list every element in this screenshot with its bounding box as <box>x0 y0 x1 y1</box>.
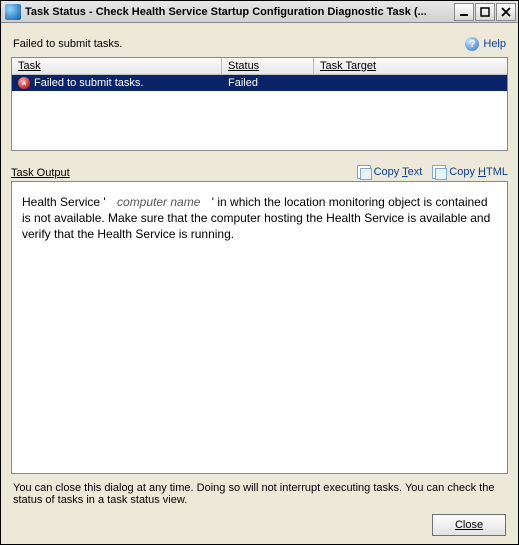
error-icon: × <box>18 77 30 89</box>
column-header-status[interactable]: Status <box>222 58 314 75</box>
close-window-button[interactable] <box>496 3 516 21</box>
help-link[interactable]: ? Help <box>465 37 506 51</box>
footer-note: You can close this dialog at any time. D… <box>11 474 508 514</box>
button-row: Close <box>11 514 508 536</box>
window-title: Task Status - Check Health Service Start… <box>25 6 449 18</box>
dialog-window: Task Status - Check Health Service Start… <box>0 0 519 545</box>
task-table: Task Status Task Target × Failed to subm… <box>11 57 508 151</box>
titlebar[interactable]: Task Status - Check Health Service Start… <box>1 1 518 23</box>
close-icon <box>501 7 511 17</box>
titlebar-buttons <box>453 3 516 21</box>
maximize-button[interactable] <box>475 3 495 21</box>
maximize-icon <box>480 7 490 17</box>
table-row[interactable]: × Failed to submit tasks. Failed <box>12 75 507 91</box>
cell-status: Failed <box>222 77 314 89</box>
cell-task-text: Failed to submit tasks. <box>34 77 143 89</box>
app-icon <box>5 4 21 20</box>
help-label: Help <box>483 38 506 50</box>
column-header-target[interactable]: Task Target <box>314 58 507 75</box>
copy-text-label: Copy Text <box>374 166 423 178</box>
copy-html-icon <box>432 165 446 179</box>
output-label: Task Output <box>11 167 70 179</box>
output-box[interactable]: Health Service ' computer name ' in whic… <box>11 181 508 474</box>
output-header-row: Task Output Copy Text Copy HTML <box>11 165 508 181</box>
output-prefix: Health Service ' <box>22 195 106 209</box>
client-area: Failed to submit tasks. ? Help Task Stat… <box>1 23 518 544</box>
output-placeholder: computer name <box>109 195 208 209</box>
minimize-icon <box>459 7 469 17</box>
status-message: Failed to submit tasks. <box>13 38 122 50</box>
help-icon: ? <box>465 37 479 51</box>
column-header-task[interactable]: Task <box>12 58 222 75</box>
copy-text-icon <box>357 165 371 179</box>
copy-html-label: Copy HTML <box>449 166 508 178</box>
close-button[interactable]: Close <box>432 514 506 536</box>
copy-links: Copy Text Copy HTML <box>357 165 508 179</box>
copy-html-link[interactable]: Copy HTML <box>432 165 508 179</box>
cell-task: × Failed to submit tasks. <box>12 77 222 89</box>
task-table-header: Task Status Task Target <box>12 58 507 75</box>
minimize-button[interactable] <box>454 3 474 21</box>
copy-text-link[interactable]: Copy Text <box>357 165 423 179</box>
status-row: Failed to submit tasks. ? Help <box>11 33 508 57</box>
